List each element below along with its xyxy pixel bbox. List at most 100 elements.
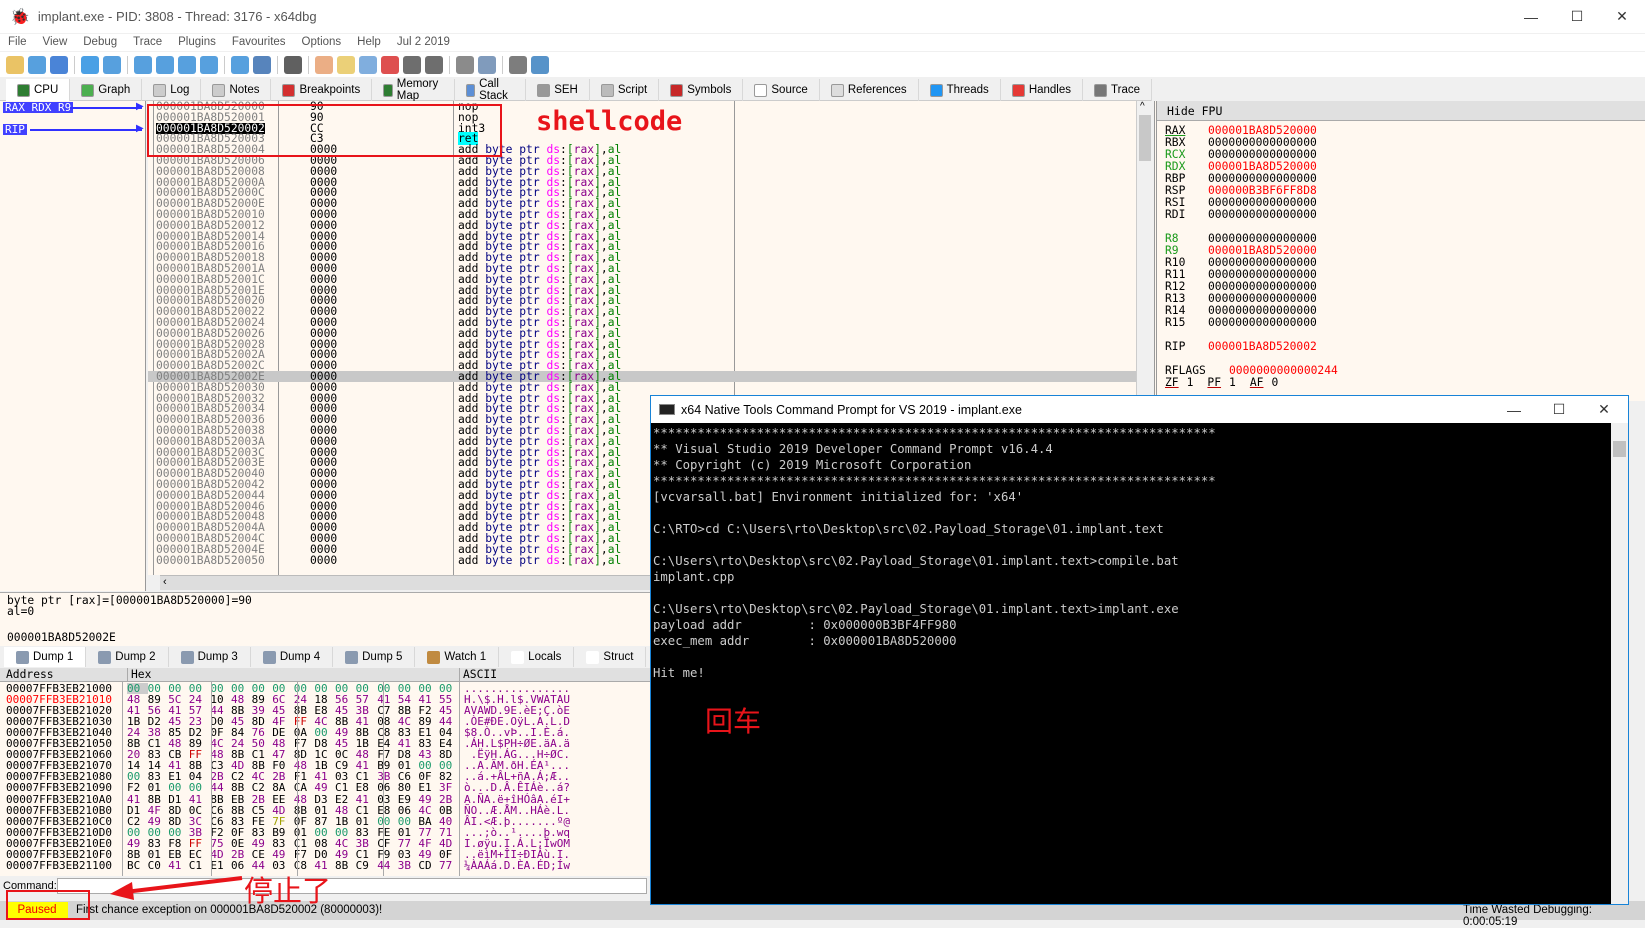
tab-threads[interactable]: Threads <box>919 79 1001 101</box>
dump-byte[interactable]: 4F <box>148 805 169 816</box>
column-header-address[interactable]: Address <box>6 668 54 682</box>
disasm-row[interactable]: 000001BA8D52002A 0000 add byte ptr ds:[rax… <box>148 349 1136 360</box>
console-minimize-button[interactable]: — <box>1491 396 1537 423</box>
menu-trace[interactable]: Trace <box>125 34 170 51</box>
disasm-row[interactable]: 000001BA8D520010 0000 add byte ptr ds:[rax… <box>148 209 1136 220</box>
dump-byte[interactable]: 77 <box>418 827 439 838</box>
dump-byte[interactable]: 3F <box>439 782 460 793</box>
dump-byte[interactable]: 01 <box>314 805 335 816</box>
dump-byte[interactable]: 0F <box>231 827 252 838</box>
dump-byte[interactable]: E1 <box>418 782 439 793</box>
dump-byte[interactable]: D1 <box>168 794 189 805</box>
dump-byte[interactable]: C6 <box>210 816 231 827</box>
dump-byte[interactable]: C2 <box>252 782 273 793</box>
column-header-ascii[interactable]: ASCII <box>459 668 497 682</box>
dump-byte[interactable]: 00 <box>127 827 148 838</box>
dump-byte[interactable]: 8D <box>168 805 189 816</box>
disasm-row[interactable]: 000001BA8D52002E 0000 add byte ptr ds:[rax… <box>148 371 1136 382</box>
dump-byte[interactable]: 44 <box>377 860 398 871</box>
disasm-row[interactable]: 000001BA8D52000E 0000 add byte ptr ds:[rax… <box>148 198 1136 209</box>
menu-debug[interactable]: Debug <box>75 34 125 51</box>
tab-script[interactable]: Script <box>590 79 660 101</box>
calculator-icon[interactable] <box>509 55 527 74</box>
dump-byte[interactable]: E8 <box>377 805 398 816</box>
dump-byte[interactable]: BA <box>418 816 439 827</box>
register-r15[interactable]: R15 0000000000000000 <box>1165 317 1317 329</box>
dump-byte[interactable]: FE <box>377 827 398 838</box>
console-scroll-thumb[interactable] <box>1613 441 1626 457</box>
dump-row[interactable]: 00007FFB3EB210B0 D1 4F 8D 0C C6 8B C5 4D 8B 01 48 C1… <box>0 805 650 816</box>
dump-byte[interactable]: 83 <box>252 827 273 838</box>
scroll-up-icon[interactable]: ^ <box>1140 101 1145 112</box>
dump-byte[interactable]: 8B <box>210 794 231 805</box>
minimize-button[interactable]: — <box>1508 0 1554 33</box>
tab-handles[interactable]: Handles <box>1001 79 1084 101</box>
run-icon[interactable] <box>81 55 99 74</box>
function-icon[interactable] <box>403 55 421 74</box>
menu-view[interactable]: View <box>35 34 76 51</box>
dump-byte[interactable]: 01 <box>148 782 169 793</box>
tab-log[interactable]: Log <box>142 79 202 101</box>
dump-byte[interactable]: 0B <box>439 805 460 816</box>
dump-byte[interactable]: 8B <box>335 860 356 871</box>
dump-byte[interactable]: 7F <box>272 816 293 827</box>
dump-byte[interactable]: 8A <box>272 782 293 793</box>
run-to-user-code-icon[interactable] <box>253 55 271 74</box>
dump-byte[interactable]: 00 <box>168 827 189 838</box>
dump-byte[interactable]: 01 <box>356 816 377 827</box>
dump-byte[interactable]: C5 <box>252 805 273 816</box>
dump-byte[interactable]: 03 <box>377 794 398 805</box>
patch-icon[interactable] <box>315 55 333 74</box>
disasm-row[interactable]: 000001BA8D520030 0000 add byte ptr ds:[rax… <box>148 382 1136 393</box>
dump-byte[interactable]: E2 <box>335 794 356 805</box>
dump-byte[interactable]: 4C <box>418 805 439 816</box>
disasm-row[interactable]: 000001BA8D520026 0000 add byte ptr ds:[rax… <box>148 328 1136 339</box>
tab-dump-2[interactable]: Dump 2 <box>86 647 169 667</box>
dump-byte[interactable]: 44 <box>210 782 231 793</box>
dump-byte[interactable]: 8B <box>231 782 252 793</box>
disasm-row[interactable]: 000001BA8D520028 0000 add byte ptr ds:[rax… <box>148 338 1136 349</box>
dump-byte[interactable]: 49 <box>148 816 169 827</box>
tab-trace[interactable]: Trace <box>1083 79 1152 101</box>
open-icon[interactable] <box>6 55 24 74</box>
tab-dump-3[interactable]: Dump 3 <box>169 647 251 667</box>
trace-into-icon[interactable] <box>178 55 196 74</box>
tab-breakpoints[interactable]: Breakpoints <box>271 79 373 101</box>
tab-references[interactable]: References <box>820 79 919 101</box>
dump-byte[interactable]: EB <box>231 794 252 805</box>
dump-byte[interactable]: 00 <box>168 782 189 793</box>
tab-dump-4[interactable]: Dump 4 <box>251 647 334 667</box>
hide-fpu-button[interactable]: Hide FPU <box>1157 101 1645 121</box>
step-over-icon[interactable] <box>156 55 174 74</box>
dump-byte[interactable]: FE <box>252 816 273 827</box>
dump-byte[interactable]: B9 <box>272 827 293 838</box>
label-icon[interactable] <box>359 55 377 74</box>
flag-pf[interactable]: PF <box>1207 376 1221 389</box>
font-icon[interactable] <box>456 55 474 74</box>
dump-byte[interactable]: D1 <box>127 805 148 816</box>
dump-byte[interactable]: 00 <box>398 816 419 827</box>
dump-byte[interactable]: E8 <box>356 782 377 793</box>
register-rip[interactable]: RIP 000001BA8D520002 <box>1165 341 1317 353</box>
dump-byte[interactable]: D3 <box>314 794 335 805</box>
tab-dump-1[interactable]: Dump 1 <box>4 647 87 667</box>
flag-value[interactable]: 0 <box>1271 376 1278 389</box>
tab-cpu[interactable]: CPU <box>6 79 71 101</box>
disasm-row[interactable]: 000001BA8D520020 0000 add byte ptr ds:[rax… <box>148 295 1136 306</box>
tab-source[interactable]: Source <box>743 79 820 101</box>
menu-help[interactable]: Help <box>349 34 389 51</box>
globe-icon[interactable] <box>531 55 549 74</box>
disasm-row[interactable]: 000001BA8D520008 0000 add byte ptr ds:[rax… <box>148 166 1136 177</box>
dump-byte[interactable]: 06 <box>398 805 419 816</box>
dump-byte[interactable]: C9 <box>356 860 377 871</box>
dump-byte[interactable]: 83 <box>231 816 252 827</box>
disasm-row[interactable]: 000001BA8D52002C 0000 add byte ptr ds:[rax… <box>148 360 1136 371</box>
hash-icon[interactable] <box>425 55 443 74</box>
dump-row[interactable]: 00007FFB3EB210C0 C2 49 8D 3C C6 83 FE 7F 0F 87 1B 01… <box>0 816 650 827</box>
dump-byte[interactable]: C6 <box>210 805 231 816</box>
dump-byte[interactable]: 01 <box>398 827 419 838</box>
tab-struct[interactable]: Struct <box>574 647 647 667</box>
disasm-row[interactable]: 000001BA8D520024 0000 add byte ptr ds:[rax… <box>148 317 1136 328</box>
dump-row[interactable]: 00007FFB3EB210A0 41 8B D1 41 8B EB 2B EE 48 D3 E2 41… <box>0 794 650 805</box>
scroll-thumb[interactable] <box>1139 115 1151 161</box>
